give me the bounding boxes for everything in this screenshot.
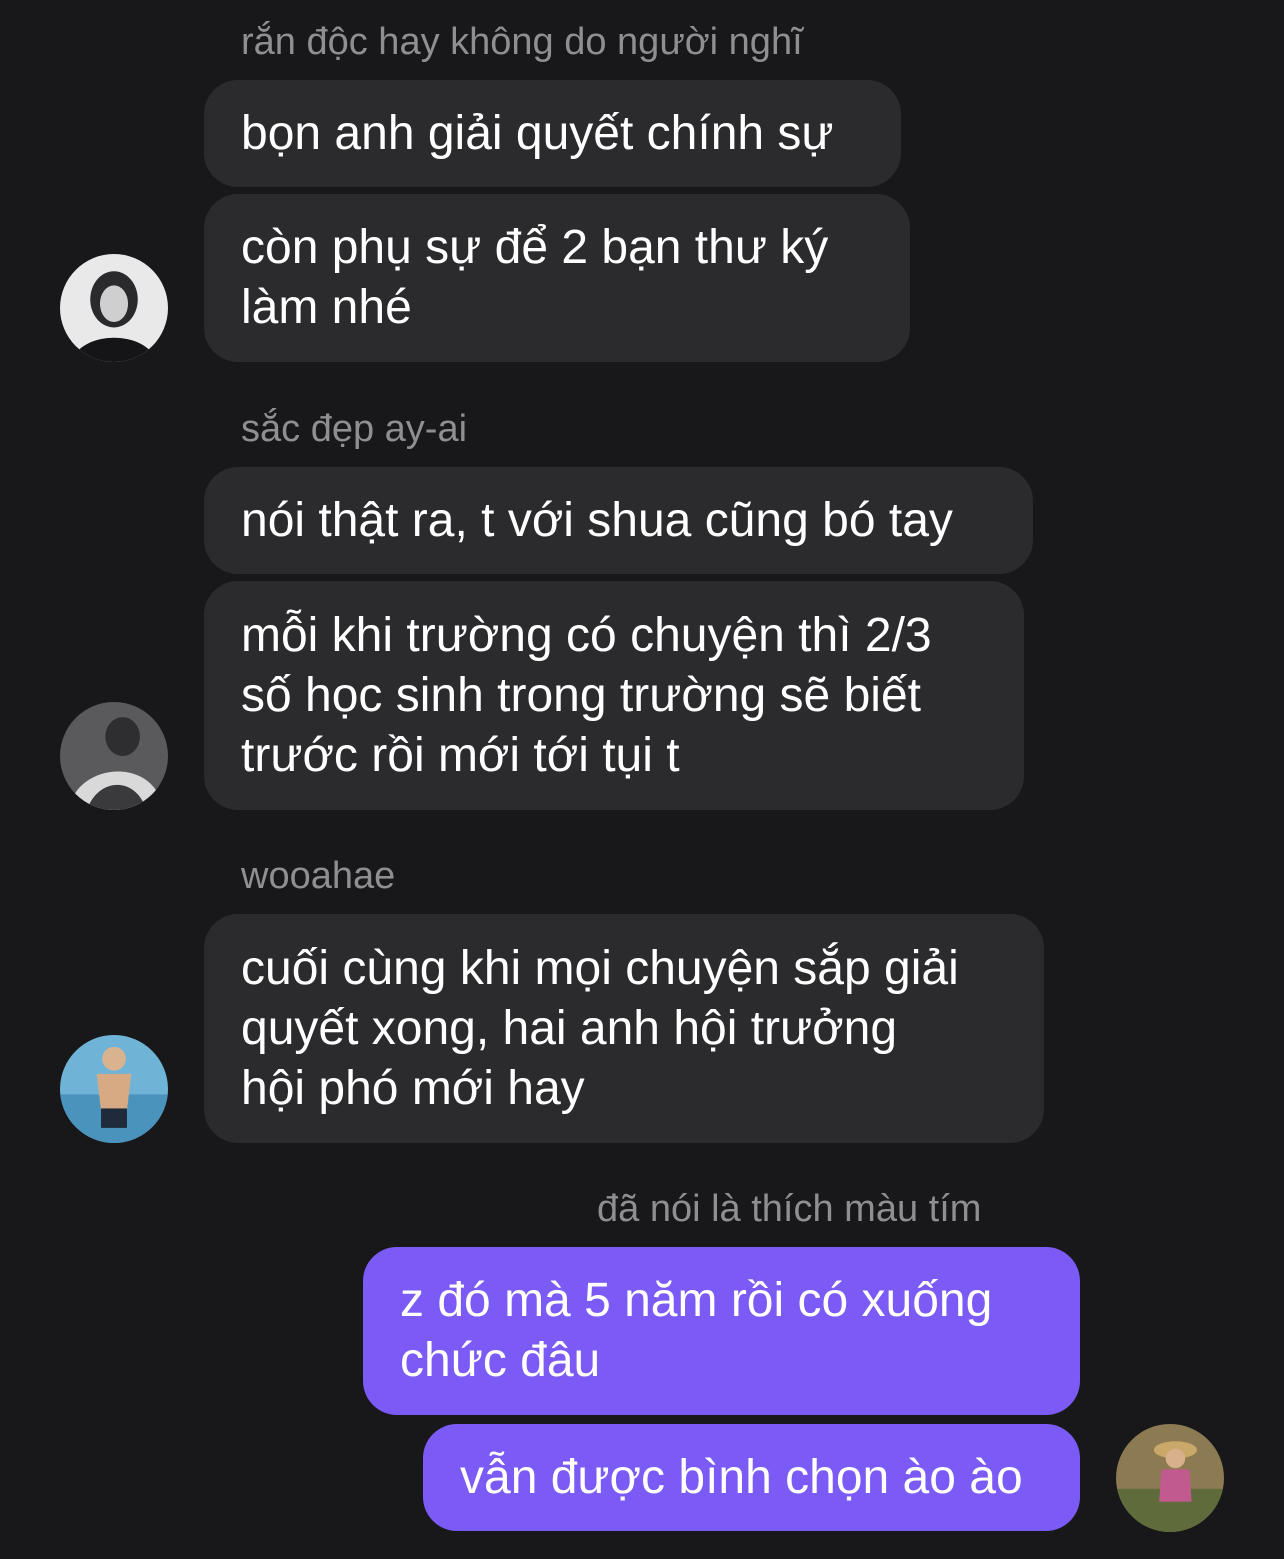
- message-bubble[interactable]: bọn anh giải quyết chính sự: [204, 80, 901, 187]
- sender-name: sắc đẹp ay-ai: [241, 408, 468, 450]
- message-bubble[interactable]: mỗi khi trường có chuyện thì 2/3 số học …: [204, 581, 1024, 810]
- avatar[interactable]: [60, 254, 168, 362]
- message-text: chức đâu: [400, 1334, 601, 1387]
- message-text: trước rồi mới tới tụi t: [241, 728, 680, 782]
- message-text: quyết xong, hai anh hội trưởng: [241, 1001, 898, 1055]
- person-photo-icon: [60, 1035, 168, 1143]
- person-photo-icon: [60, 254, 168, 362]
- person-photo-icon: [1116, 1424, 1224, 1532]
- message-text: hội phó mới hay: [241, 1061, 585, 1115]
- message-text: làm nhé: [241, 281, 412, 334]
- message-bubble[interactable]: vẫn được bình chọn ào ào: [423, 1424, 1080, 1531]
- avatar[interactable]: [60, 1035, 168, 1143]
- message-bubble[interactable]: nói thật ra, t với shua cũng bó tay: [204, 467, 1033, 574]
- message-text: nói thật ra, t với shua cũng bó tay: [241, 493, 953, 547]
- message-text: vẫn được bình chọn ào ào: [460, 1450, 1023, 1504]
- message-text: còn phụ sự để 2 bạn thư ký: [241, 221, 829, 274]
- sender-name: đã nói là thích màu tím: [597, 1188, 982, 1230]
- message-bubble[interactable]: cuối cùng khi mọi chuyện sắp giải quyết …: [204, 914, 1044, 1143]
- avatar[interactable]: [1116, 1424, 1224, 1532]
- sender-name: rắn độc hay không do người nghĩ: [241, 21, 803, 63]
- avatar[interactable]: [60, 702, 168, 810]
- message-text: z đó mà 5 năm rồi có xuống: [400, 1274, 993, 1327]
- message-text: cuối cùng khi mọi chuyện sắp giải: [241, 941, 959, 995]
- message-bubble[interactable]: z đó mà 5 năm rồi có xuống chức đâu: [363, 1247, 1080, 1415]
- person-photo-icon: [60, 702, 168, 810]
- sender-name: wooahae: [241, 855, 396, 897]
- message-text: số học sinh trong trường sẽ biết: [241, 668, 921, 722]
- message-text: bọn anh giải quyết chính sự: [241, 106, 834, 160]
- message-bubble[interactable]: còn phụ sự để 2 bạn thư ký làm nhé: [204, 194, 910, 362]
- message-text: mỗi khi trường có chuyện thì 2/3: [241, 608, 932, 662]
